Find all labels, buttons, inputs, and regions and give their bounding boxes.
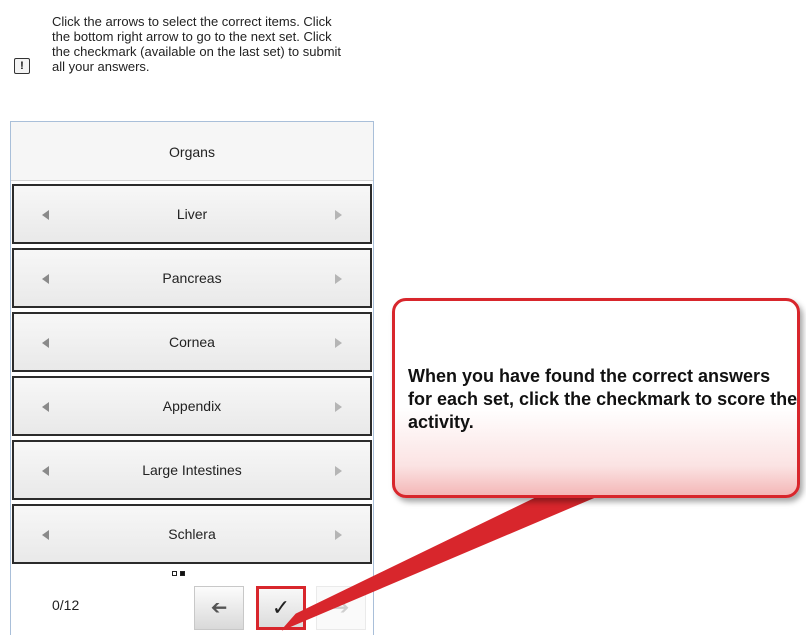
submit-checkmark-button[interactable]: ✓ xyxy=(256,586,306,630)
callout-text: When you have found the correct answers … xyxy=(408,366,798,432)
item-label: Cornea xyxy=(169,334,215,350)
item-label: Pancreas xyxy=(162,270,222,286)
previous-set-button[interactable]: ➔ xyxy=(194,586,244,630)
info-icon[interactable]: ! xyxy=(14,58,30,74)
page-dot-1[interactable] xyxy=(172,571,177,576)
list-item: Cornea xyxy=(12,312,372,372)
callout-box: When you have found the correct answers … xyxy=(392,298,800,498)
right-arrow-icon[interactable] xyxy=(335,530,342,540)
left-arrow-icon[interactable] xyxy=(42,210,49,220)
item-label: Large Intestines xyxy=(142,462,242,478)
right-arrow-icon[interactable] xyxy=(335,274,342,284)
right-arrow-icon[interactable] xyxy=(335,338,342,348)
left-arrow-icon[interactable] xyxy=(42,274,49,284)
organs-panel: Organs Liver Pancreas Cornea Appendix La… xyxy=(10,121,374,635)
left-arrow-icon[interactable] xyxy=(42,402,49,412)
item-label: Schlera xyxy=(168,526,216,542)
list-item: Schlera xyxy=(12,504,372,564)
score-counter: 0/12 xyxy=(52,597,80,613)
activity-page: ! Click the arrows to select the correct… xyxy=(0,0,806,635)
panel-header: Organs xyxy=(11,122,373,181)
checkmark-icon: ✓ xyxy=(271,595,291,620)
page-indicator xyxy=(172,569,202,579)
list-item: Large Intestines xyxy=(12,440,372,500)
page-dot-2-current[interactable] xyxy=(180,571,185,576)
back-arrow-icon: ➔ xyxy=(210,597,228,619)
left-arrow-icon[interactable] xyxy=(42,530,49,540)
left-arrow-icon[interactable] xyxy=(42,338,49,348)
list-item: Appendix xyxy=(12,376,372,436)
right-arrow-icon[interactable] xyxy=(335,210,342,220)
right-arrow-icon[interactable] xyxy=(335,466,342,476)
item-label: Liver xyxy=(176,206,208,222)
list-item: Pancreas xyxy=(12,248,372,308)
instructions-text: Click the arrows to select the correct i… xyxy=(52,14,342,74)
list-item: Liver xyxy=(12,184,372,244)
next-set-button[interactable]: ➔ xyxy=(316,586,366,630)
next-arrow-icon: ➔ xyxy=(332,597,350,619)
item-label: Appendix xyxy=(162,398,222,414)
left-arrow-icon[interactable] xyxy=(42,466,49,476)
right-arrow-icon[interactable] xyxy=(335,402,342,412)
